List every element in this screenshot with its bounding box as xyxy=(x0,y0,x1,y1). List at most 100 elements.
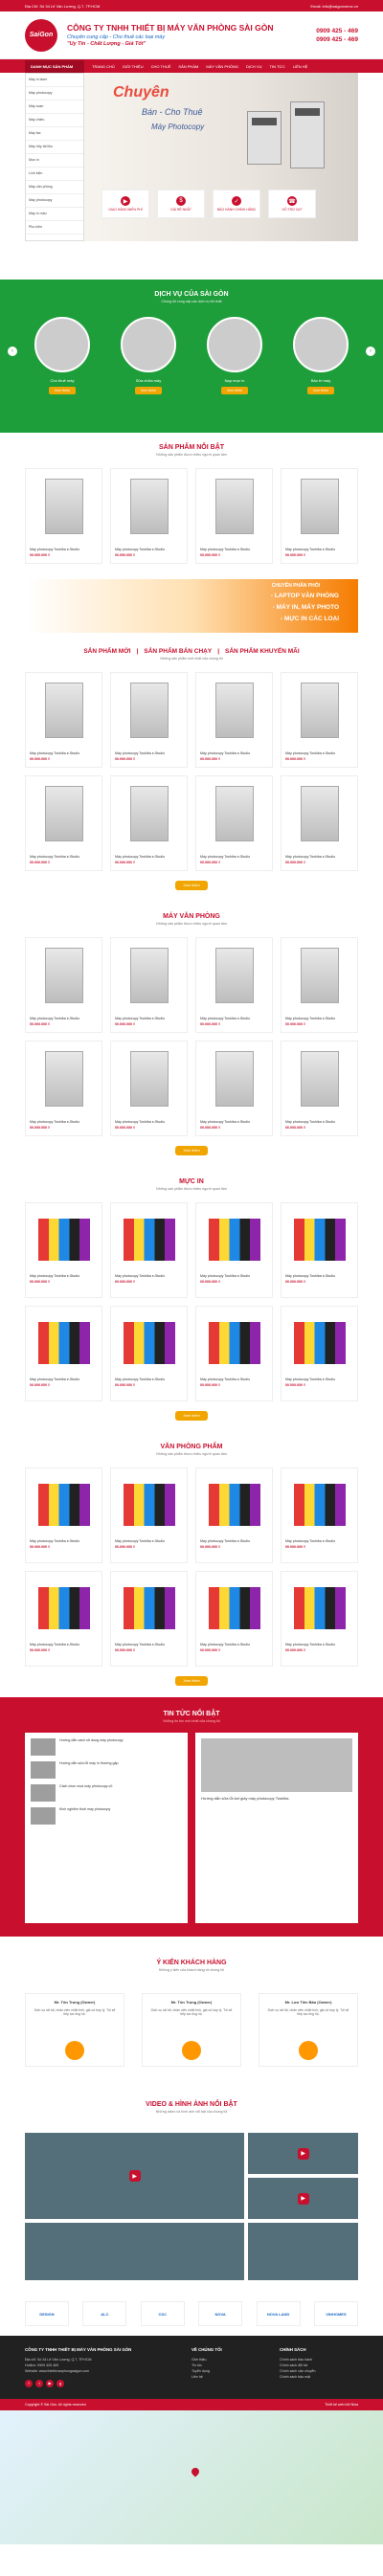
news-item[interactable]: Cách chọn mua máy photocopy cũ xyxy=(31,1784,182,1802)
product-card[interactable]: Máy photocopy Toshiba e-Studio 00.000.000… xyxy=(110,1041,188,1136)
service-card[interactable]: Bảo trì máy Xem thêm xyxy=(283,317,358,394)
product-card[interactable]: Máy photocopy Toshiba e-Studio 00.000.000… xyxy=(281,775,358,871)
more-button[interactable]: Xem thêm xyxy=(175,1411,208,1421)
nav-item[interactable]: TIN TỨC xyxy=(270,64,285,69)
product-card[interactable]: Máy photocopy Toshiba e-Studio 00.000.000… xyxy=(281,1571,358,1667)
hero-banner[interactable]: Chuyên Bán - Cho Thuê Máy Photocopy ▶ GIA… xyxy=(84,73,358,241)
nav-item[interactable]: TRANG CHỦ xyxy=(92,64,115,69)
video-thumb[interactable] xyxy=(248,2223,358,2280)
product-card[interactable]: Máy photocopy Toshiba e-Studio 00.000.000… xyxy=(110,468,188,564)
product-card[interactable]: Máy photocopy Toshiba e-Studio 00.000.000… xyxy=(25,1041,102,1136)
nav-item[interactable]: SẢN PHẨM xyxy=(178,64,198,69)
featured-news[interactable]: Hướng dẫn sửa lỗi kẹt giấy máy photocopy… xyxy=(195,1733,358,1923)
product-card[interactable]: Máy photocopy Toshiba e-Studio 00.000.000… xyxy=(195,1306,273,1401)
product-card[interactable]: Máy photocopy Toshiba e-Studio 00.000.000… xyxy=(195,1571,273,1667)
product-card[interactable]: Máy photocopy Toshiba e-Studio 00.000.000… xyxy=(281,1467,358,1563)
product-card[interactable]: Máy photocopy Toshiba e-Studio 00.000.000… xyxy=(281,672,358,768)
facebook-icon[interactable]: f xyxy=(25,2380,33,2387)
product-card[interactable]: Máy photocopy Toshiba e-Studio 00.000.000… xyxy=(110,1306,188,1401)
youtube-icon[interactable]: ▶ xyxy=(46,2380,54,2387)
partner-logo[interactable]: CSC xyxy=(140,2301,185,2326)
product-card[interactable]: Máy photocopy Toshiba e-Studio 00.000.000… xyxy=(281,1202,358,1298)
more-button[interactable]: Xem thêm xyxy=(306,387,335,394)
product-card[interactable]: Máy photocopy Toshiba e-Studio 00.000.000… xyxy=(110,1467,188,1563)
product-card[interactable]: Máy photocopy Toshiba e-Studio 00.000.000… xyxy=(110,937,188,1033)
product-card[interactable]: Máy photocopy Toshiba e-Studio 00.000.000… xyxy=(195,775,273,871)
sidebar-item[interactable]: Mực in xyxy=(26,154,83,168)
more-button[interactable]: Xem thêm xyxy=(134,387,163,394)
more-button[interactable]: Xem thêm xyxy=(175,1676,208,1686)
sidebar-item[interactable]: Máy photocopy xyxy=(26,87,83,101)
chevron-left-icon[interactable]: ‹ xyxy=(8,347,17,356)
category-menu-button[interactable]: DANH MỤC SẢN PHẨM xyxy=(25,59,84,73)
sidebar-item[interactable]: Máy fax xyxy=(26,127,83,141)
sidebar-item[interactable]: Máy in laser xyxy=(26,74,83,87)
nav-item[interactable]: DỊCH VỤ xyxy=(246,64,261,69)
video-main[interactable]: ▶ xyxy=(25,2133,245,2219)
more-button[interactable]: Xem thêm xyxy=(175,1146,208,1155)
more-button[interactable]: Xem thêm xyxy=(175,881,208,890)
hotline-1[interactable]: 0909 425 - 469 xyxy=(316,27,358,35)
hotline[interactable]: 0909 425 - 469 0909 425 - 469 xyxy=(316,27,358,44)
product-card[interactable]: Máy photocopy Toshiba e-Studio 00.000.000… xyxy=(25,775,102,871)
chevron-right-icon[interactable]: › xyxy=(366,347,375,356)
news-item[interactable]: Hướng dẫn sửa lỗi máy in thường gặp xyxy=(31,1761,182,1779)
product-card[interactable]: Máy photocopy Toshiba e-Studio 00.000.000… xyxy=(281,937,358,1033)
product-card[interactable]: Máy photocopy Toshiba e-Studio 00.000.000… xyxy=(25,1202,102,1298)
product-card[interactable]: Máy photocopy Toshiba e-Studio 00.000.000… xyxy=(195,1041,273,1136)
logo[interactable]: SaiGon xyxy=(25,18,57,52)
product-card[interactable]: Máy photocopy Toshiba e-Studio 00.000.000… xyxy=(195,1467,273,1563)
video-thumb[interactable]: ▶ xyxy=(248,2133,358,2174)
nav-item[interactable]: CHO THUÊ xyxy=(151,64,171,69)
product-card[interactable]: Máy photocopy Toshiba e-Studio 00.000.000… xyxy=(195,672,273,768)
service-card[interactable]: Cho thuê máy Xem thêm xyxy=(25,317,100,394)
map[interactable] xyxy=(0,2410,383,2544)
product-card[interactable]: Máy photocopy Toshiba e-Studio 00.000.000… xyxy=(25,468,102,564)
news-item[interactable]: Kinh nghiệm thuê máy photocopy xyxy=(31,1807,182,1825)
sidebar-item[interactable]: Máy in màu xyxy=(26,208,83,221)
product-card[interactable]: Máy photocopy Toshiba e-Studio 00.000.000… xyxy=(195,468,273,564)
nav-item[interactable]: GIỚI THIỆU xyxy=(123,64,144,69)
product-card[interactable]: Máy photocopy Toshiba e-Studio 00.000.000… xyxy=(110,775,188,871)
more-button[interactable]: Xem thêm xyxy=(220,387,249,394)
twitter-icon[interactable]: t xyxy=(35,2380,43,2387)
service-card[interactable]: Nạp mực in Xem thêm xyxy=(197,317,272,394)
promo-banner[interactable]: CHUYÊN PHÂN PHỐI - LAPTOP VĂN PHÒNG - MÁ… xyxy=(25,579,358,633)
sidebar-item[interactable]: Máy văn phòng xyxy=(26,181,83,194)
product-card[interactable]: Máy photocopy Toshiba e-Studio 00.000.000… xyxy=(110,672,188,768)
more-button[interactable]: Xem thêm xyxy=(48,387,77,394)
partner-logo[interactable]: NOVA LAND xyxy=(256,2301,301,2326)
sidebar-item[interactable]: Phụ kiện xyxy=(26,221,83,235)
news-item[interactable]: Hướng dẫn cách sử dụng máy photocopy xyxy=(31,1738,182,1756)
product-card[interactable]: Máy photocopy Toshiba e-Studio 00.000.000… xyxy=(25,672,102,768)
product-card[interactable]: Máy photocopy Toshiba e-Studio 00.000.000… xyxy=(25,937,102,1033)
video-thumb[interactable]: ▶ xyxy=(248,2178,358,2219)
play-icon[interactable]: ▶ xyxy=(297,2192,309,2205)
tab-new[interactable]: SẢN PHẨM MỚI xyxy=(83,648,130,655)
product-card[interactable]: Máy photocopy Toshiba e-Studio 00.000.000… xyxy=(195,937,273,1033)
product-card[interactable]: Máy photocopy Toshiba e-Studio 00.000.000… xyxy=(281,1041,358,1136)
hotline-2[interactable]: 0909 425 - 469 xyxy=(316,35,358,44)
sidebar-item[interactable]: Máy chiếu xyxy=(26,114,83,127)
topbar-email[interactable]: Email: info@saigonxerox.vn xyxy=(310,4,358,9)
partner-logo[interactable]: ALC xyxy=(82,2301,127,2326)
sidebar-item[interactable]: Máy photocopy xyxy=(26,194,83,208)
product-card[interactable]: Máy photocopy Toshiba e-Studio 00.000.000… xyxy=(281,468,358,564)
product-card[interactable]: Máy photocopy Toshiba e-Studio 00.000.000… xyxy=(281,1306,358,1401)
nav-item[interactable]: MÁY VĂN PHÒNG xyxy=(206,64,238,69)
service-card[interactable]: Sửa chữa máy Xem thêm xyxy=(111,317,186,394)
partner-logo[interactable]: VINHOMES xyxy=(313,2301,358,2326)
partner-logo[interactable]: DESIGN xyxy=(25,2301,69,2326)
product-card[interactable]: Máy photocopy Toshiba e-Studio 00.000.000… xyxy=(25,1467,102,1563)
tab-bestseller[interactable]: SẢN PHẨM BÁN CHẠY xyxy=(144,648,212,655)
product-card[interactable]: Máy photocopy Toshiba e-Studio 00.000.000… xyxy=(25,1306,102,1401)
product-card[interactable]: Máy photocopy Toshiba e-Studio 00.000.000… xyxy=(195,1202,273,1298)
sidebar-item[interactable]: Máy hủy tài liệu xyxy=(26,141,83,154)
nav-item[interactable]: LIÊN HỆ xyxy=(293,64,308,69)
sidebar-item[interactable]: Máy scan xyxy=(26,101,83,114)
partner-logo[interactable]: NOVA xyxy=(198,2301,243,2326)
tab-sale[interactable]: SẢN PHẨM KHUYẾN MÃI xyxy=(225,648,300,655)
play-icon[interactable]: ▶ xyxy=(128,2170,141,2182)
sidebar-item[interactable]: Linh kiện xyxy=(26,168,83,181)
map-pin-icon[interactable] xyxy=(190,2466,201,2477)
